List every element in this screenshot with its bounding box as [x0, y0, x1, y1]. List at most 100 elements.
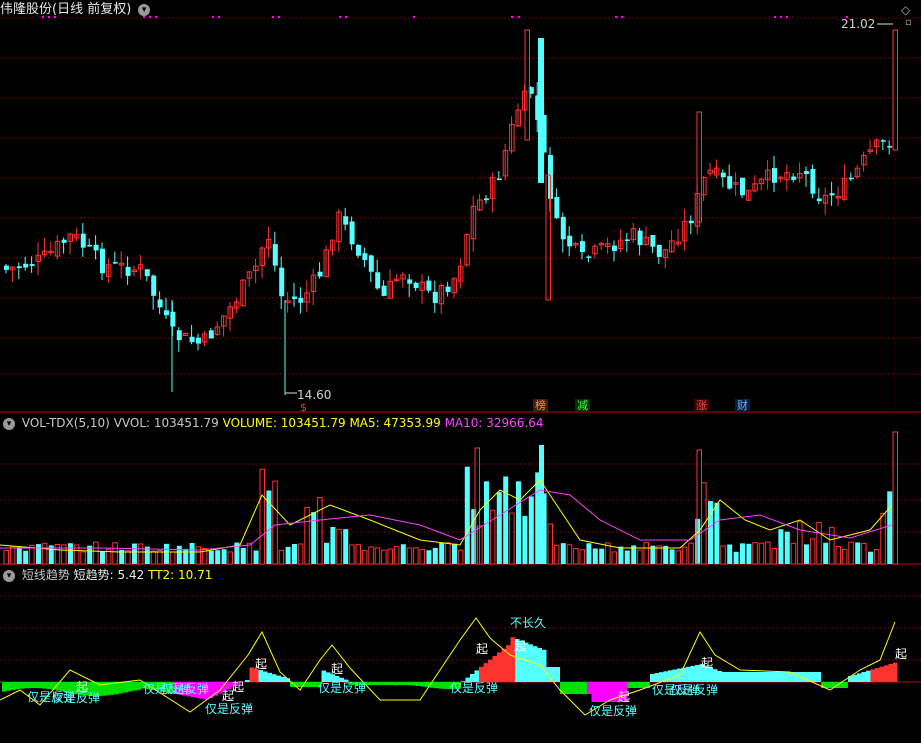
signal-dot	[621, 16, 623, 18]
chevron-down-icon[interactable]: ▾	[138, 3, 151, 16]
signal-dot	[339, 16, 341, 18]
volume-bar	[835, 546, 841, 565]
event-tag-zhang[interactable]: 涨	[694, 399, 709, 412]
event-tag-dollar[interactable]: $	[298, 401, 309, 414]
volume-bar	[343, 529, 349, 564]
volume-bar	[848, 541, 854, 565]
diamond-icon[interactable]: ◇	[901, 3, 910, 17]
trend-bar	[497, 652, 502, 682]
volume-bar	[669, 549, 675, 564]
trend-label-rise-7: 起	[514, 639, 527, 653]
signal-dot	[780, 16, 782, 18]
volume-indicator-name[interactable]: VOL-TDX(5,10)	[22, 416, 110, 430]
volume-bar	[227, 551, 233, 565]
candle-body	[292, 296, 297, 299]
square-icon[interactable]: ▫	[905, 17, 912, 28]
candle-body	[317, 271, 323, 277]
candle-body	[560, 216, 566, 240]
trend-bar	[857, 673, 862, 682]
stock-chart[interactable]	[0, 0, 921, 743]
signal-dot	[786, 16, 788, 18]
volume-bar	[215, 550, 221, 564]
volume-bar	[297, 543, 304, 565]
volume-bar	[681, 546, 688, 565]
trend-bar	[785, 672, 790, 682]
volume-bar	[599, 548, 605, 564]
trend-bar	[731, 672, 736, 682]
trend-bar	[380, 682, 385, 685]
volume-bar	[516, 481, 521, 564]
trend-value: 短趋势: 5.42	[73, 568, 145, 582]
event-tag-cai[interactable]: 财	[735, 399, 750, 412]
volume-bar	[778, 529, 784, 564]
candle-body	[375, 272, 381, 289]
candle-body	[151, 275, 157, 296]
volume-bar	[150, 550, 157, 565]
trend-bar	[407, 682, 412, 686]
candle-body	[356, 244, 361, 256]
event-tag-jian[interactable]: 减	[575, 399, 590, 412]
trend-label-rise-1: 起	[76, 680, 89, 694]
trend-bar	[123, 682, 128, 693]
event-tag-bang[interactable]: 榜	[533, 399, 548, 412]
volume-bar	[823, 542, 829, 564]
trend-label-rebound-10: 仅是反弹	[670, 683, 719, 697]
volume-bar	[400, 544, 406, 564]
chevron-down-icon[interactable]: ▾	[3, 417, 15, 430]
trend-bar	[132, 682, 137, 691]
trend-bar	[375, 682, 380, 685]
candle-body	[656, 244, 662, 257]
trend-bar	[564, 682, 569, 694]
volume-bar	[100, 551, 105, 564]
trend-indicator-name[interactable]: 短线趋势	[22, 568, 70, 582]
trend-bar	[114, 682, 119, 695]
volume-bar	[311, 512, 317, 564]
chevron-down-icon[interactable]: ▾	[3, 569, 15, 582]
trend-bar	[875, 668, 880, 682]
trend-bar	[749, 672, 754, 682]
volume-bar	[586, 543, 592, 564]
candle-body	[829, 193, 835, 196]
volume-bar	[176, 545, 182, 564]
trend-bar	[402, 682, 407, 686]
volume-bar	[246, 542, 253, 565]
volume-bar	[80, 551, 86, 565]
candle-body	[740, 177, 745, 196]
trend-label-rise-6: 起	[476, 642, 489, 656]
trend-bar	[794, 672, 799, 682]
volume-bar	[829, 526, 835, 565]
volume-bar	[771, 548, 777, 565]
volume-bar	[240, 547, 246, 564]
trend-bar	[843, 682, 848, 688]
signal-dot	[615, 16, 617, 18]
trend-bar	[744, 672, 749, 682]
volume-bar	[387, 548, 393, 565]
trend-bar	[632, 682, 637, 688]
volume-bar	[137, 543, 144, 565]
ma5-value: MA5: 47353.99	[349, 416, 441, 430]
trend-bar	[852, 674, 857, 682]
trend-bar	[780, 672, 785, 682]
trend-bar	[276, 675, 281, 682]
candle-body	[80, 233, 86, 248]
volume-bar	[804, 544, 809, 564]
volume-bar	[349, 544, 355, 565]
candle-body	[848, 177, 854, 180]
candle-body	[4, 265, 9, 270]
volume-bar	[426, 550, 432, 564]
signal-dot	[218, 16, 220, 18]
volume-bar	[278, 549, 285, 565]
volume-bar	[16, 547, 22, 564]
candle-body	[343, 216, 349, 225]
volume-bar	[784, 531, 790, 564]
trend-bar	[888, 663, 893, 682]
volume-bar	[861, 543, 867, 565]
trend-panel-header: ▾ 短线趋势 短趋势: 5.42 TT2: 10.71	[0, 566, 212, 584]
volume-bar	[797, 521, 803, 565]
volume-bar	[746, 543, 752, 564]
trend-bar	[587, 682, 592, 694]
trend-bar	[506, 645, 511, 682]
trend-bar	[722, 672, 727, 682]
candle-body	[580, 241, 585, 253]
volume-panel-header: ▾ VOL-TDX(5,10) VVOL: 103451.79 VOLUME: …	[0, 414, 544, 432]
